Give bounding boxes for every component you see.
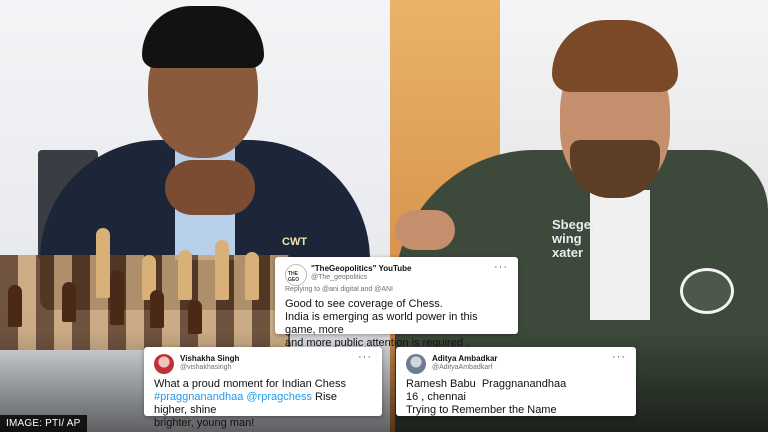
tweet-body: Ramesh Babu Praggnanandhaa 16 , chennai …	[406, 378, 626, 417]
tweet-body: Good to see coverage of Chess. India is …	[285, 298, 508, 350]
tweet-author-handle[interactable]: @vishakhasingh	[180, 364, 231, 371]
more-horizontal-icon[interactable]: ···	[358, 351, 372, 363]
avatar[interactable]	[154, 354, 174, 374]
tweet-body: What a proud moment for Indian Chess #pr…	[154, 378, 372, 430]
tweet-header: Aditya Ambadkar @AdityaAmbadkarf ···	[406, 351, 626, 378]
tweet-author-name[interactable]: Vishakha Singh	[180, 354, 239, 363]
more-horizontal-icon[interactable]: ···	[612, 351, 626, 363]
tweet-card[interactable]: THE GEO "TheGeopolitics" YouTube @The_ge…	[275, 257, 518, 349]
tweet-line: What a proud moment for Indian Chess	[154, 378, 346, 390]
avatar[interactable]	[406, 354, 426, 374]
man-shirt	[590, 190, 650, 320]
tweet-author-name[interactable]: Aditya Ambadkar	[432, 354, 498, 363]
tweet-line: Trying to Remember the Name	[406, 404, 557, 416]
chess-piece	[245, 252, 259, 300]
tweet-author-name[interactable]: "TheGeopolitics" YouTube	[311, 264, 411, 273]
tweet-line: 16 , chennai	[406, 391, 466, 403]
chess-piece	[62, 282, 76, 322]
boy-hands	[165, 160, 255, 215]
hashtag-link[interactable]: #praggnanandhaa	[154, 391, 243, 403]
tweet-header: Vishakha Singh @vishakhasingh ···	[154, 351, 372, 378]
tweet-line: India is emerging as world power in this…	[285, 311, 478, 336]
badge-text: CWT	[282, 236, 308, 248]
tweet-card[interactable]: Vishakha Singh @vishakhasingh ··· What a…	[144, 347, 382, 429]
tweet-line: #praggnanandhaa @rpragchess Rise higher,…	[154, 391, 372, 417]
chess-piece	[96, 228, 110, 298]
avatar-logo-text: THE GEO	[288, 271, 300, 283]
mention-link[interactable]: @rpragchess	[246, 391, 312, 403]
chess-piece	[8, 285, 22, 327]
sponsor-text: Sbeger wing xater	[552, 217, 597, 260]
chess-piece	[110, 270, 124, 325]
tweet-header: THE GEO "TheGeopolitics" YouTube @The_ge…	[285, 261, 508, 288]
avatar[interactable]: THE GEO	[285, 264, 307, 286]
tweet-line: brighter, young man!	[154, 417, 255, 429]
reply-context: Replying to @ani digital and @ANI	[285, 286, 393, 293]
boy-hair	[142, 6, 264, 68]
sponsor-logo	[680, 268, 734, 314]
chess-piece	[178, 250, 192, 300]
tweet-card[interactable]: Aditya Ambadkar @AdityaAmbadkarf ··· Ram…	[396, 347, 636, 416]
image-credit: IMAGE: PTI/ AP	[0, 415, 87, 432]
tweet-line: Good to see coverage of Chess.	[285, 298, 443, 310]
chess-piece	[215, 240, 229, 300]
chess-piece	[188, 300, 202, 334]
more-horizontal-icon[interactable]: ···	[494, 261, 508, 273]
tweet-line: Ramesh Babu Praggnanandhaa	[406, 378, 567, 390]
man-hand	[395, 210, 455, 250]
chess-piece	[150, 290, 164, 328]
tweet-author-handle[interactable]: @The_geopolitics	[311, 274, 367, 281]
tweet-author-handle[interactable]: @AdityaAmbadkarf	[432, 364, 492, 371]
